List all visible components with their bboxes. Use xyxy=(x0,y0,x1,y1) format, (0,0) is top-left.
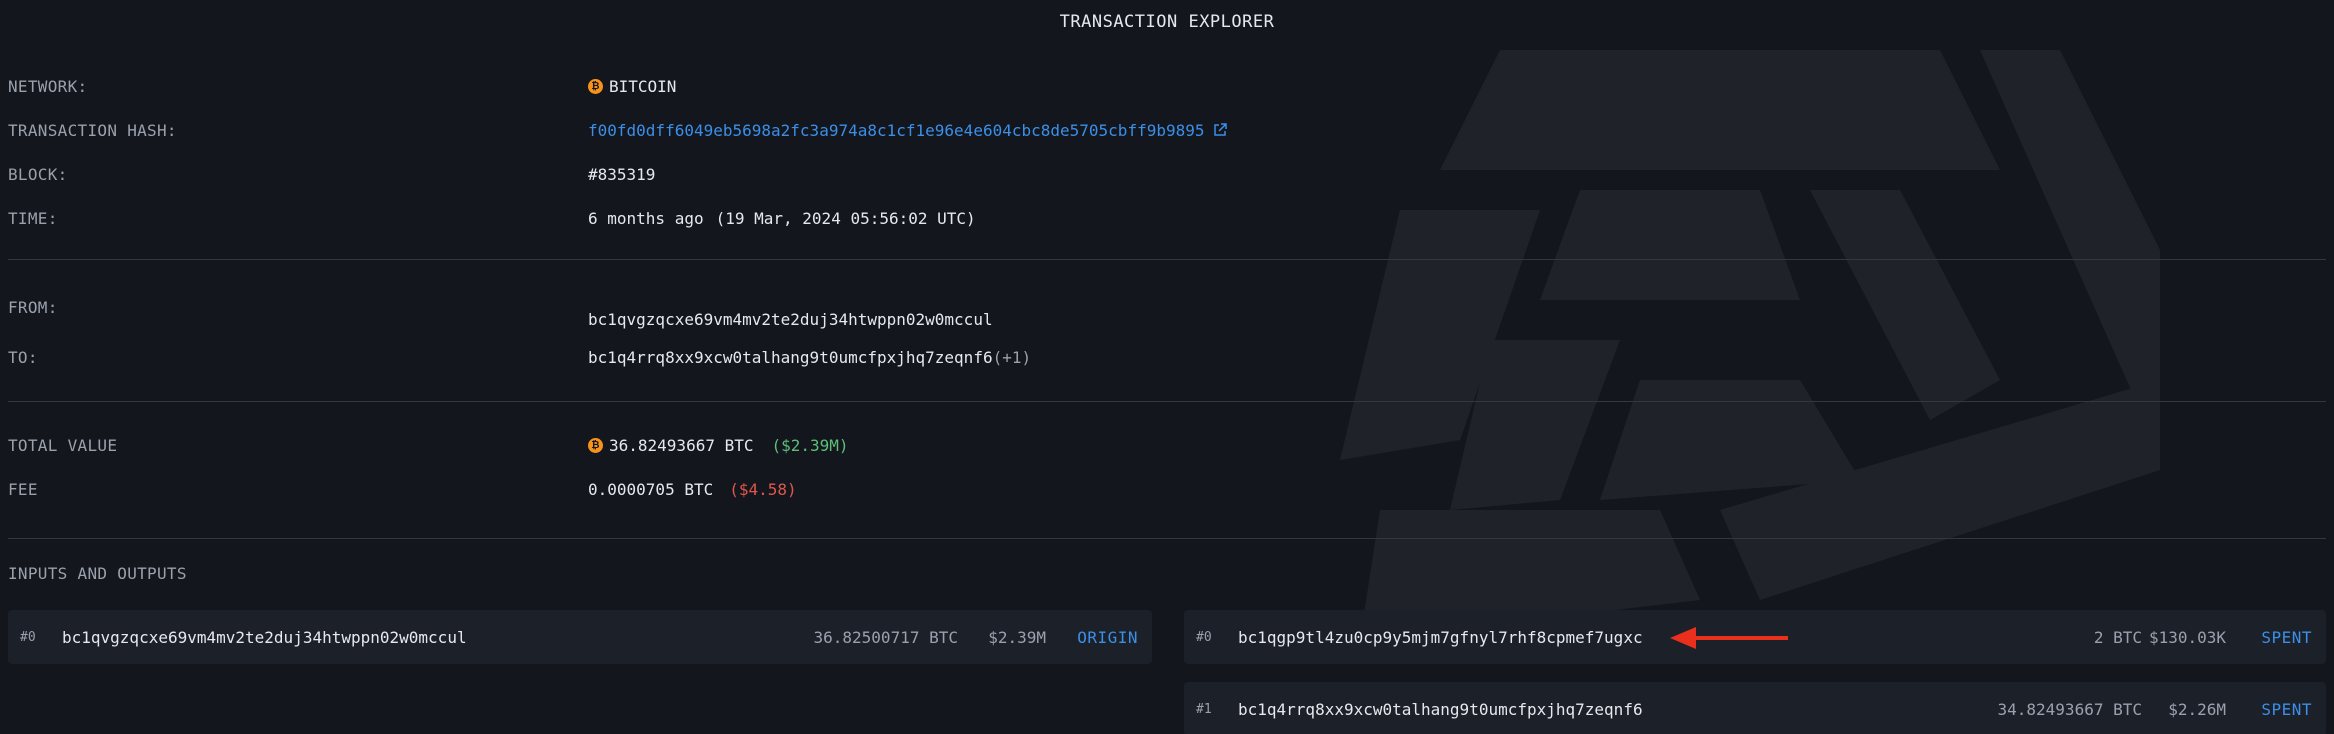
total-value-label: TOTAL VALUE xyxy=(8,435,118,455)
transaction-hash-label: TRANSACTION HASH: xyxy=(8,120,177,140)
output-spent-tag[interactable]: SPENT xyxy=(2261,628,2312,647)
time-relative: 6 months ago xyxy=(588,208,704,228)
input-address[interactable]: bc1qvgzqcxe69vm4mv2te2duj34htwppn02w0mcc… xyxy=(62,628,467,647)
input-origin-tag[interactable]: ORIGIN xyxy=(1077,628,1138,647)
total-value-row: TOTAL VALUE ₿ 36.82493667 BTC ($2.39M) xyxy=(8,432,2328,458)
output-btc-amount: 34.82493667 BTC xyxy=(1997,699,2143,719)
block-row: BLOCK: #835319 xyxy=(8,161,2328,187)
transaction-explorer-page: TRANSACTION EXPLORER NETWORK: ₿ BITCOIN … xyxy=(0,0,2334,734)
to-label: TO: xyxy=(8,347,38,367)
fee-btc: 0.0000705 BTC xyxy=(588,479,714,499)
input-row[interactable]: #0 bc1qvgzqcxe69vm4mv2te2duj34htwppn02w0… xyxy=(8,610,1152,664)
divider xyxy=(8,538,2326,539)
annotation-arrow xyxy=(1670,627,1788,649)
to-value: bc1q4rrq8xx9xcw0talhang9t0umcfpxjhq7zeqn… xyxy=(588,348,1031,367)
fee-label: FEE xyxy=(8,479,38,499)
output-usd-amount: $2.26M xyxy=(2168,699,2226,719)
to-extra-count[interactable]: (+1) xyxy=(993,348,1032,367)
time-row: TIME: 6 months ago (19 Mar, 2024 05:56:0… xyxy=(8,205,2328,231)
from-address[interactable]: bc1qvgzqcxe69vm4mv2te2duj34htwppn02w0mcc… xyxy=(588,310,993,329)
divider xyxy=(8,401,2326,402)
block-value: #835319 xyxy=(588,164,656,184)
fee-value: 0.0000705 BTC ($4.58) xyxy=(588,480,797,499)
transaction-hash-row: TRANSACTION HASH: f00fd0dff6049eb5698a2f… xyxy=(8,117,2328,143)
time-absolute: (19 Mar, 2024 05:56:02 UTC) xyxy=(715,208,976,228)
transaction-hash-link[interactable]: f00fd0dff6049eb5698a2fc3a974a8c1cf1e96e4… xyxy=(588,121,1227,140)
from-label: FROM: xyxy=(8,297,58,317)
output-address[interactable]: bc1qgp9tl4zu0cp9y5mjm7gfnyl7rhf8cpmef7ug… xyxy=(1238,628,1643,647)
transaction-hash-value[interactable]: f00fd0dff6049eb5698a2fc3a974a8c1cf1e96e4… xyxy=(588,121,1205,140)
network-name: BITCOIN xyxy=(609,76,677,96)
network-value: ₿ BITCOIN xyxy=(588,77,676,96)
output-usd-amount: $130.03K xyxy=(2148,627,2226,647)
page-title: TRANSACTION EXPLORER xyxy=(1059,12,1275,32)
time-label: TIME: xyxy=(8,208,58,228)
to-address[interactable]: bc1q4rrq8xx9xcw0talhang9t0umcfpxjhq7zeqn… xyxy=(588,348,993,367)
output-btc-amount: 2 BTC xyxy=(2093,627,2142,647)
external-link-icon[interactable] xyxy=(1213,123,1227,137)
fee-usd: ($4.58) xyxy=(729,479,797,499)
total-value-value: ₿ 36.82493667 BTC ($2.39M) xyxy=(588,436,849,455)
input-btc-amount: 36.82500717 BTC xyxy=(813,627,959,647)
network-row: NETWORK: ₿ BITCOIN xyxy=(8,73,2328,99)
total-value-btc: 36.82493667 BTC xyxy=(609,435,754,455)
bitcoin-icon: ₿ xyxy=(588,78,603,94)
fee-row: FEE 0.0000705 BTC ($4.58) xyxy=(8,476,2328,502)
output-row[interactable]: #1 bc1q4rrq8xx9xcw0talhang9t0umcfpxjhq7z… xyxy=(1184,682,2326,734)
block-label: BLOCK: xyxy=(8,164,68,184)
network-label: NETWORK: xyxy=(8,76,88,96)
output-index: #0 xyxy=(1196,629,1212,645)
time-value: 6 months ago (19 Mar, 2024 05:56:02 UTC) xyxy=(588,209,976,228)
input-index: #0 xyxy=(20,629,36,645)
output-address[interactable]: bc1q4rrq8xx9xcw0talhang9t0umcfpxjhq7zeqn… xyxy=(1238,700,1643,719)
total-value-usd: ($2.39M) xyxy=(771,435,849,455)
divider xyxy=(8,259,2326,260)
from-value-row: bc1qvgzqcxe69vm4mv2te2duj34htwppn02w0mcc… xyxy=(588,306,1588,332)
bitcoin-icon: ₿ xyxy=(588,437,603,453)
inputs-outputs-label: INPUTS AND OUTPUTS xyxy=(8,564,187,583)
output-index: #1 xyxy=(1196,701,1212,717)
input-usd-amount: $2.39M xyxy=(988,627,1046,647)
output-spent-tag[interactable]: SPENT xyxy=(2261,700,2312,719)
to-row: TO: bc1q4rrq8xx9xcw0talhang9t0umcfpxjhq7… xyxy=(8,344,2328,370)
